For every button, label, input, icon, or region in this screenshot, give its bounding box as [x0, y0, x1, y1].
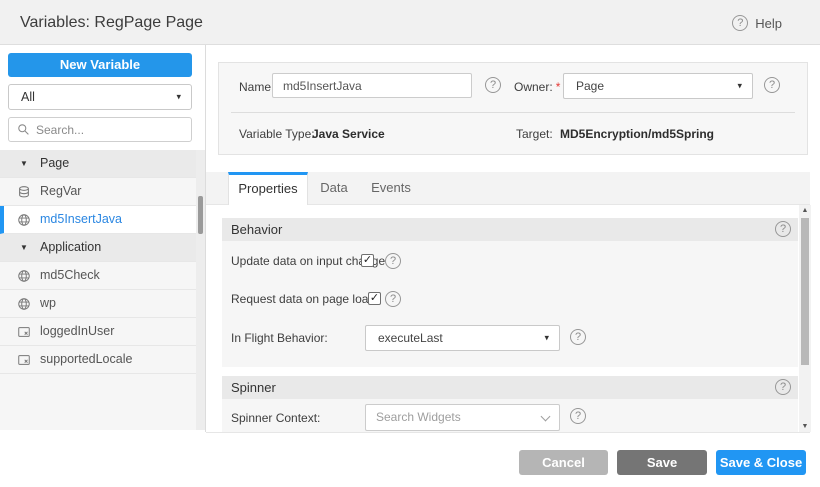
- owner-help-icon[interactable]: ?: [764, 77, 780, 93]
- inflight-behavior-label: In Flight Behavior:: [231, 331, 328, 345]
- target-value: MD5Encryption/md5Spring: [560, 127, 714, 141]
- help-circle-icon: ?: [732, 15, 748, 31]
- tree-group-page[interactable]: ▼ Page: [0, 150, 196, 178]
- tab-bar: Properties Data Events: [206, 172, 810, 205]
- chevron-down-icon: [541, 412, 551, 422]
- tree-item-regvar[interactable]: RegVar: [0, 178, 196, 206]
- name-input[interactable]: [272, 73, 472, 98]
- java-service-variable-icon: [17, 269, 31, 283]
- tree-item-label: loggedInUser: [40, 318, 114, 345]
- request-on-load-help-icon[interactable]: ?: [385, 291, 401, 307]
- spinner-section-title: Spinner: [231, 376, 276, 399]
- tab-events[interactable]: Events: [360, 172, 422, 205]
- spinner-section-body: Spinner Context: Search Widgets ?: [222, 399, 798, 432]
- sidebar-scrollbar-thumb[interactable]: [198, 196, 203, 234]
- variable-type-label: Variable Type:: [239, 127, 315, 141]
- scroll-down-icon[interactable]: ▼: [799, 423, 811, 430]
- tree-item-wp[interactable]: wp: [0, 290, 196, 318]
- model-variable-icon: [17, 185, 31, 199]
- behavior-section: Behavior ? Update data on input change ✓…: [222, 218, 798, 367]
- chevron-down-icon: ▾: [737, 81, 742, 92]
- search-icon: [17, 123, 30, 136]
- update-on-input-help-icon[interactable]: ?: [385, 253, 401, 269]
- static-variable-icon: [17, 325, 31, 339]
- sidebar-search-input[interactable]: [36, 123, 176, 137]
- static-variable-icon: [17, 353, 31, 367]
- spinner-context-placeholder: Search Widgets: [376, 405, 461, 430]
- name-help-icon[interactable]: ?: [485, 77, 501, 93]
- update-on-input-checkbox[interactable]: ✓: [361, 254, 374, 267]
- spinner-help-icon[interactable]: ?: [775, 379, 791, 395]
- scroll-up-icon[interactable]: ▲: [799, 207, 811, 214]
- cancel-button[interactable]: Cancel: [519, 450, 608, 475]
- sidebar-scrollbar-track[interactable]: [196, 150, 205, 430]
- group-collapse-caret-icon[interactable]: ▼: [20, 150, 28, 177]
- tab-data[interactable]: Data: [308, 172, 360, 205]
- chevron-down-icon: ▾: [544, 333, 549, 344]
- save-and-close-button[interactable]: Save & Close: [716, 450, 806, 475]
- tree-item-md5check[interactable]: md5Check: [0, 262, 196, 290]
- tree-group-application[interactable]: ▼ Application: [0, 234, 196, 262]
- tree-item-label: supportedLocale: [40, 346, 132, 373]
- help-button[interactable]: ? Help: [732, 14, 782, 32]
- tree-item-loggedinuser[interactable]: loggedInUser: [0, 318, 196, 346]
- panel-divider: [231, 112, 795, 113]
- variable-tree: ▼ Page RegVar md5InsertJava ▼ Applicatio…: [0, 150, 196, 430]
- tree-item-supportedlocale[interactable]: supportedLocale: [0, 346, 196, 374]
- java-service-variable-icon: [17, 297, 31, 311]
- behavior-section-header: Behavior ?: [222, 218, 798, 241]
- required-asterisk: *: [556, 80, 561, 94]
- target-label: Target:: [516, 127, 553, 141]
- help-label: Help: [755, 16, 782, 31]
- request-on-load-label: Request data on page load: [231, 292, 375, 306]
- sidebar-divider: [205, 45, 206, 432]
- behavior-section-body: Update data on input change ✓ ? Request …: [222, 241, 798, 367]
- tree-item-label: RegVar: [40, 178, 81, 205]
- tab-properties[interactable]: Properties: [228, 172, 308, 205]
- group-collapse-caret-icon[interactable]: ▼: [20, 234, 28, 261]
- sidebar-search-box[interactable]: [8, 117, 192, 142]
- tree-group-label: Application: [40, 234, 101, 261]
- dialog-title-bar: Variables: RegPage Page ? Help: [0, 0, 820, 45]
- spinner-context-label: Spinner Context:: [231, 411, 320, 425]
- behavior-help-icon[interactable]: ?: [775, 221, 791, 237]
- save-button[interactable]: Save: [617, 450, 707, 475]
- tree-item-label: wp: [40, 290, 56, 317]
- java-service-variable-icon: [17, 213, 31, 227]
- content-scrollbar-thumb[interactable]: [801, 218, 809, 365]
- behavior-section-title: Behavior: [231, 218, 282, 241]
- tree-item-label: md5Check: [40, 262, 100, 289]
- inflight-behavior-value: executeLast: [378, 326, 443, 350]
- chevron-down-icon: ▾: [176, 92, 181, 103]
- tree-item-label: md5InsertJava: [40, 206, 122, 233]
- content-bottom-edge: [206, 432, 810, 433]
- inflight-behavior-select[interactable]: executeLast ▾: [365, 325, 560, 351]
- owner-select[interactable]: Page ▾: [563, 73, 753, 99]
- inflight-behavior-help-icon[interactable]: ?: [570, 329, 586, 345]
- owner-label: Owner:*: [514, 80, 560, 94]
- tree-item-md5insertjava[interactable]: md5InsertJava: [0, 206, 196, 234]
- variable-type-value: Java Service: [312, 127, 385, 141]
- page-title: Variables: RegPage Page: [20, 0, 203, 45]
- variable-summary-panel: Name:* ? Owner:* Page ▾ ? Variable Type:…: [218, 62, 808, 155]
- spinner-section-header: Spinner ?: [222, 376, 798, 399]
- variable-filter-select[interactable]: All ▾: [8, 84, 192, 110]
- owner-select-value: Page: [576, 74, 604, 98]
- variable-filter-value: All: [21, 85, 35, 109]
- new-variable-button[interactable]: New Variable: [8, 53, 192, 77]
- spinner-context-combobox[interactable]: Search Widgets: [365, 404, 560, 431]
- request-on-load-checkbox[interactable]: ✓: [368, 292, 381, 305]
- tree-group-label: Page: [40, 150, 69, 177]
- spinner-context-help-icon[interactable]: ?: [570, 408, 586, 424]
- spinner-section: Spinner ? Spinner Context: Search Widget…: [222, 376, 798, 432]
